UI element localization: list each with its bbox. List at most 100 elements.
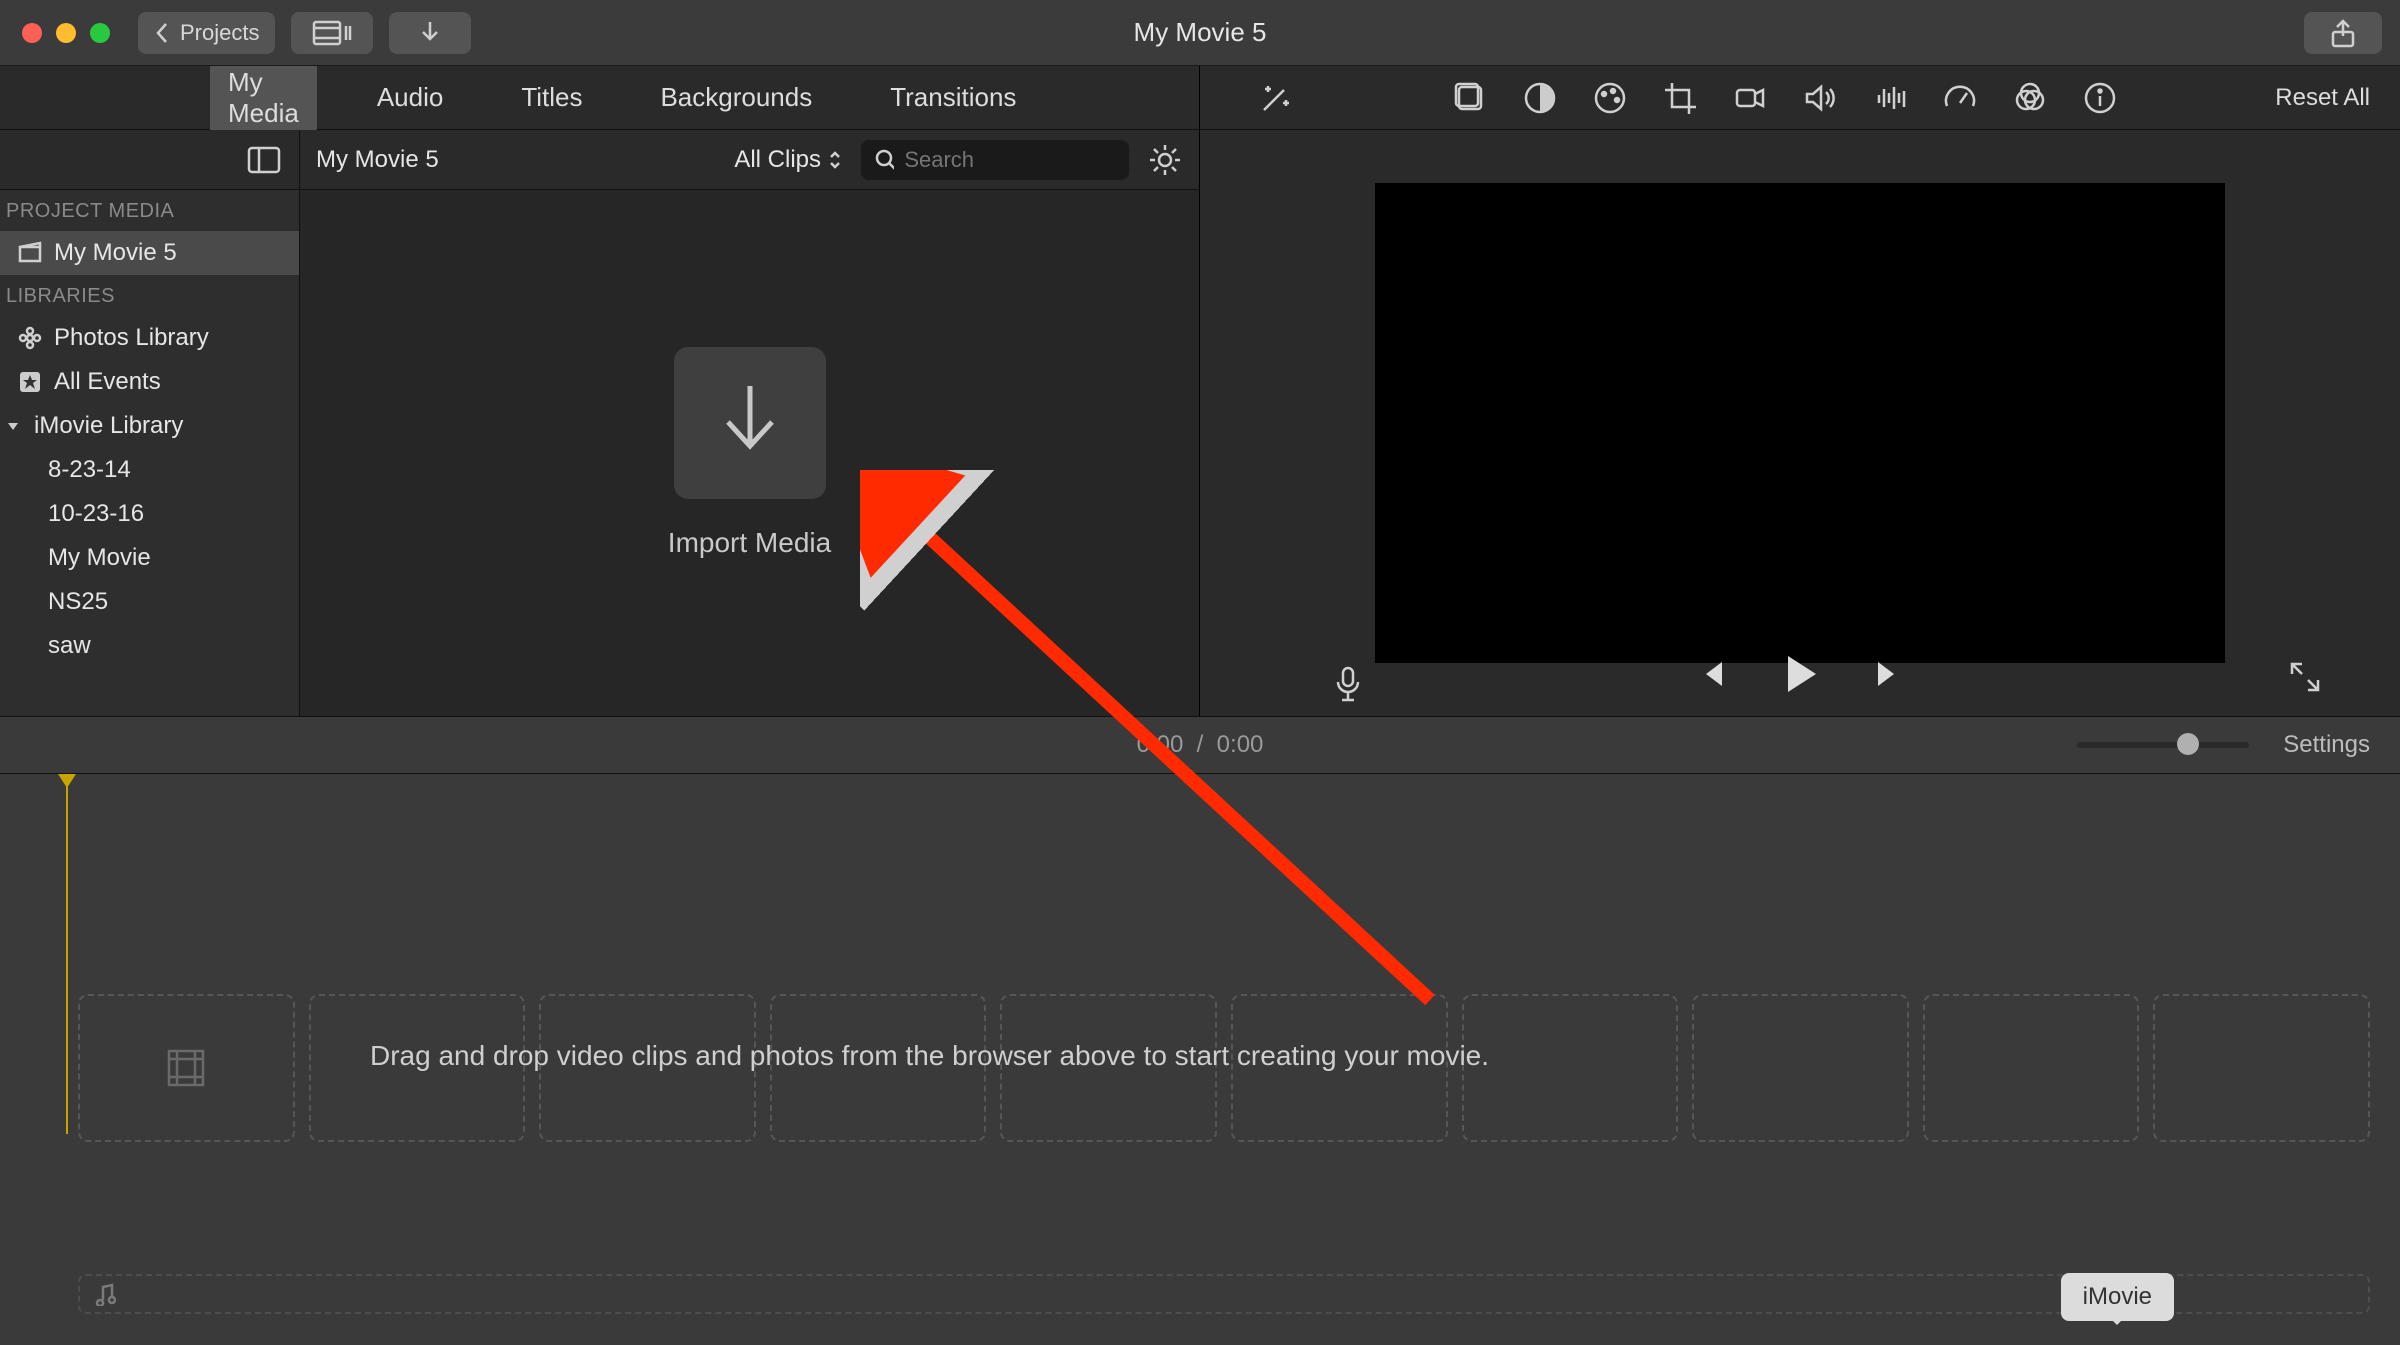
color-correction-button[interactable]	[1522, 80, 1558, 116]
speedometer-icon	[1943, 81, 1977, 115]
sidebar-item-photos-library[interactable]: Photos Library	[0, 316, 299, 360]
library-sidebar: PROJECT MEDIA My Movie 5 LIBRARIES Photo…	[0, 190, 300, 716]
download-arrow-icon	[415, 18, 445, 48]
info-icon	[2083, 81, 2117, 115]
clip-placeholder	[2153, 994, 2370, 1142]
sidebar-item-label: All Events	[54, 368, 161, 396]
share-button[interactable]	[2304, 12, 2382, 54]
clip-placeholder	[1692, 994, 1909, 1142]
noise-reduction-button[interactable]	[1872, 80, 1908, 116]
timeline-header: 0:00 / 0:00 Settings	[0, 716, 2400, 774]
audio-track[interactable]	[78, 1274, 2370, 1314]
voiceover-button[interactable]	[1330, 666, 1366, 702]
reset-all-button[interactable]: Reset All	[2275, 84, 2370, 112]
browser-project-name: My Movie 5	[316, 146, 439, 174]
speed-button[interactable]	[1942, 80, 1978, 116]
sidebar-event[interactable]: My Movie	[0, 536, 299, 580]
timeline[interactable]: Drag and drop video clips and photos fro…	[0, 774, 2400, 1345]
sidebar-item-label: My Movie 5	[54, 239, 177, 267]
chevron-left-icon	[154, 21, 172, 45]
zoom-slider[interactable]	[2077, 742, 2249, 748]
sidebar-item-label: Photos Library	[54, 324, 209, 352]
inspector-toolbar: Reset All	[1200, 66, 2400, 130]
window-title: My Movie 5	[1134, 17, 1267, 48]
stabilize-button[interactable]	[1732, 80, 1768, 116]
filters-button[interactable]	[2012, 80, 2048, 116]
projects-label: Projects	[180, 20, 259, 46]
volume-button[interactable]	[1802, 80, 1838, 116]
timeline-hint-text: Drag and drop video clips and photos fro…	[370, 1040, 1489, 1072]
tab-transitions[interactable]: Transitions	[872, 76, 1034, 119]
clips-filter-label: All Clips	[734, 146, 821, 174]
tab-titles[interactable]: Titles	[503, 76, 600, 119]
sidebar-item-label: 10-23-16	[48, 500, 144, 528]
sidebar-item-imovie-library[interactable]: iMovie Library	[0, 404, 299, 448]
tab-backgrounds[interactable]: Backgrounds	[642, 76, 830, 119]
minimize-window-button[interactable]	[56, 23, 76, 43]
gear-icon	[1147, 142, 1183, 178]
total-time: 0:00	[1217, 731, 1264, 758]
browser-settings-button[interactable]	[1147, 142, 1183, 178]
sidebar-event[interactable]: NS25	[0, 580, 299, 624]
import-button[interactable]	[389, 12, 471, 54]
zoom-window-button[interactable]	[90, 23, 110, 43]
play-button[interactable]	[1776, 650, 1824, 704]
magic-wand-icon	[1258, 80, 1294, 116]
upper-area: My Media Audio Titles Backgrounds Transi…	[0, 66, 2400, 716]
clip-placeholder	[1923, 994, 2140, 1142]
microphone-icon	[1333, 665, 1363, 703]
search-icon	[875, 149, 894, 171]
expand-icon	[2288, 660, 2322, 694]
sidebar-icon	[247, 146, 281, 174]
section-project-media: PROJECT MEDIA	[0, 190, 299, 231]
previous-button[interactable]	[1692, 654, 1732, 700]
preview-pane: Reset All	[1200, 66, 2400, 716]
star-icon	[18, 370, 42, 394]
viewer-area	[1200, 130, 2400, 716]
disclosure-triangle-icon[interactable]	[4, 417, 22, 435]
sidebar-item-label: My Movie	[48, 544, 151, 572]
section-libraries: LIBRARIES	[0, 275, 299, 316]
fullscreen-button[interactable]	[2288, 660, 2322, 700]
tab-audio[interactable]: Audio	[359, 76, 462, 119]
clips-filter-dropdown[interactable]: All Clips	[734, 146, 843, 174]
sidebar-item-label: NS25	[48, 588, 108, 616]
videocam-icon	[1733, 81, 1767, 115]
enhance-button[interactable]	[1258, 80, 1294, 116]
sidebar-item-all-events[interactable]: All Events	[0, 360, 299, 404]
sidebar-event[interactable]: 10-23-16	[0, 492, 299, 536]
crop-icon	[1663, 81, 1697, 115]
video-preview[interactable]	[1375, 183, 2225, 663]
search-field[interactable]	[861, 140, 1129, 180]
media-options-button[interactable]	[291, 12, 373, 54]
venn-icon	[2013, 81, 2047, 115]
current-time: 0:00	[1137, 731, 1184, 758]
clip-placeholder	[1462, 994, 1679, 1142]
share-icon	[2329, 18, 2357, 48]
media-drop-area[interactable]: Import Media	[300, 190, 1199, 716]
dock-tooltip: iMovie	[2061, 1273, 2174, 1321]
sidebar-toggle-button[interactable]	[247, 146, 281, 174]
zoom-thumb[interactable]	[2177, 733, 2199, 755]
sidebar-event[interactable]: saw	[0, 624, 299, 668]
timeline-settings-button[interactable]: Settings	[2283, 731, 2370, 759]
color-wheel-button[interactable]	[1592, 80, 1628, 116]
sidebar-item-current-project[interactable]: My Movie 5	[0, 231, 299, 275]
skip-forward-icon	[1868, 654, 1908, 694]
close-window-button[interactable]	[22, 23, 42, 43]
info-button[interactable]	[2082, 80, 2118, 116]
color-balance-button[interactable]	[1452, 80, 1488, 116]
timecode-display: 0:00 / 0:00	[1137, 731, 1264, 759]
crop-button[interactable]	[1662, 80, 1698, 116]
sidebar-event[interactable]: 8-23-14	[0, 448, 299, 492]
import-media-button[interactable]: Import Media	[668, 347, 831, 559]
color-balance-icon	[1453, 81, 1487, 115]
browser-toolbar: My Movie 5 All Clips	[0, 130, 1199, 190]
tab-my-media[interactable]: My Media	[210, 61, 317, 135]
search-input[interactable]	[904, 147, 1115, 173]
equalizer-icon	[1873, 81, 1907, 115]
projects-back-button[interactable]: Projects	[138, 12, 275, 54]
palette-icon	[1593, 81, 1627, 115]
next-button[interactable]	[1868, 654, 1908, 700]
playhead[interactable]	[66, 774, 68, 1134]
